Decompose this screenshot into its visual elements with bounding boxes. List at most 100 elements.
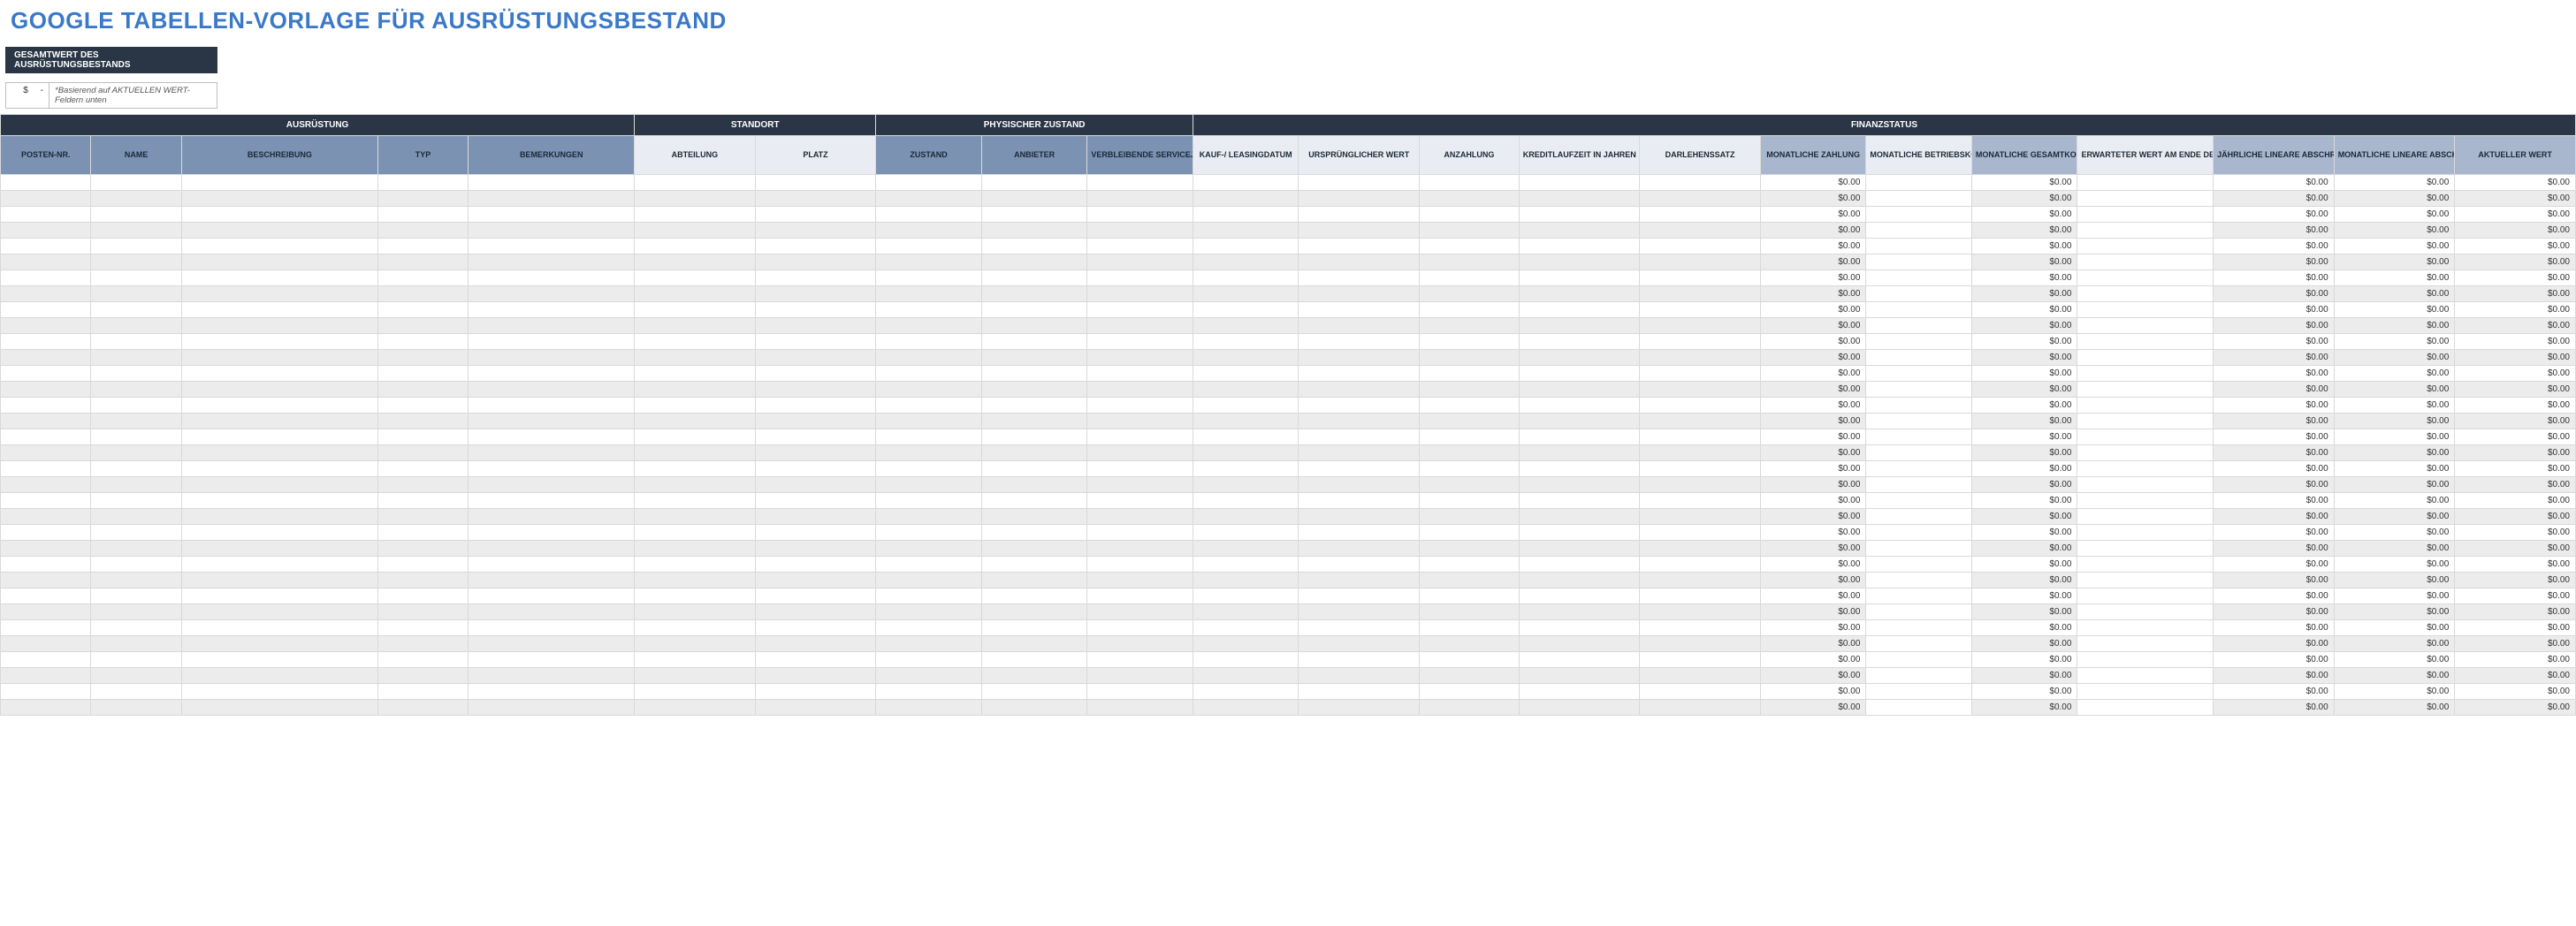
cell[interactable] [755,254,876,270]
cell[interactable] [1420,620,1520,636]
cell[interactable] [181,414,377,429]
cell[interactable] [876,461,982,477]
cell[interactable] [2077,652,2214,668]
cell[interactable] [635,239,756,254]
cell[interactable] [1866,175,1972,191]
cell[interactable] [469,429,635,445]
cell[interactable] [91,636,181,652]
cell[interactable] [91,429,181,445]
cell[interactable] [1,573,91,588]
cell[interactable] [1087,254,1193,270]
cell[interactable] [1640,414,1761,429]
cell[interactable] [1866,604,1972,620]
cell[interactable] [1,541,91,557]
cell[interactable] [635,636,756,652]
cell[interactable] [469,668,635,684]
cell[interactable]: $0.00 [2334,636,2455,652]
cell[interactable] [181,573,377,588]
cell[interactable] [635,652,756,668]
cell[interactable] [1519,573,1640,588]
cell[interactable] [876,636,982,652]
cell[interactable] [981,191,1087,207]
cell[interactable] [1,493,91,509]
cell[interactable] [755,318,876,334]
cell[interactable] [981,286,1087,302]
cell[interactable] [181,398,377,414]
cell[interactable] [1193,652,1299,668]
cell[interactable]: $0.00 [1760,175,1866,191]
cell[interactable] [1640,461,1761,477]
cell[interactable]: $0.00 [2334,541,2455,557]
cell[interactable] [635,366,756,382]
cell[interactable] [1519,302,1640,318]
cell[interactable] [1193,620,1299,636]
cell[interactable]: $0.00 [2455,557,2576,573]
cell[interactable] [876,445,982,461]
cell[interactable] [1640,493,1761,509]
cell[interactable] [635,509,756,525]
cell[interactable] [1866,223,1972,239]
cell[interactable] [1,254,91,270]
cell[interactable]: $0.00 [2455,350,2576,366]
cell[interactable] [876,334,982,350]
cell[interactable] [1299,302,1420,318]
cell[interactable] [1193,461,1299,477]
cell[interactable] [1420,588,1520,604]
cell[interactable] [2077,382,2214,398]
cell[interactable] [1299,350,1420,366]
cell[interactable] [1299,620,1420,636]
cell[interactable] [1087,175,1193,191]
cell[interactable]: $0.00 [1760,334,1866,350]
cell[interactable] [1,588,91,604]
cell[interactable] [635,350,756,366]
cell[interactable] [755,334,876,350]
cell[interactable] [755,175,876,191]
cell[interactable] [377,334,468,350]
cell[interactable] [469,557,635,573]
cell[interactable] [755,636,876,652]
cell[interactable] [1299,493,1420,509]
cell[interactable] [469,207,635,223]
cell[interactable]: $0.00 [2214,636,2335,652]
cell[interactable] [1420,461,1520,477]
cell[interactable] [876,366,982,382]
cell[interactable]: $0.00 [1971,525,2077,541]
cell[interactable] [876,493,982,509]
cell[interactable] [2077,573,2214,588]
cell[interactable] [1519,239,1640,254]
cell[interactable] [377,414,468,429]
cell[interactable] [1420,318,1520,334]
cell[interactable]: $0.00 [1971,557,2077,573]
cell[interactable] [635,700,756,716]
cell[interactable] [469,541,635,557]
cell[interactable] [1087,477,1193,493]
cell[interactable] [181,239,377,254]
cell[interactable]: $0.00 [1760,684,1866,700]
cell[interactable] [1519,366,1640,382]
cell[interactable] [755,668,876,684]
cell[interactable] [635,382,756,398]
cell[interactable]: $0.00 [1971,398,2077,414]
cell[interactable] [1866,302,1972,318]
cell[interactable]: $0.00 [2214,302,2335,318]
cell[interactable] [876,223,982,239]
cell[interactable] [1866,445,1972,461]
cell[interactable] [981,207,1087,223]
cell[interactable] [755,684,876,700]
cell[interactable] [1299,223,1420,239]
cell[interactable] [1299,652,1420,668]
cell[interactable] [469,191,635,207]
cell[interactable] [876,286,982,302]
cell[interactable] [377,604,468,620]
cell[interactable] [91,239,181,254]
cell[interactable] [1519,398,1640,414]
cell[interactable] [1519,223,1640,239]
cell[interactable] [1519,414,1640,429]
cell[interactable] [1,223,91,239]
cell[interactable] [755,414,876,429]
cell[interactable] [1087,239,1193,254]
cell[interactable] [1640,398,1761,414]
cell[interactable] [181,270,377,286]
cell[interactable]: $0.00 [2334,270,2455,286]
cell[interactable] [635,684,756,700]
